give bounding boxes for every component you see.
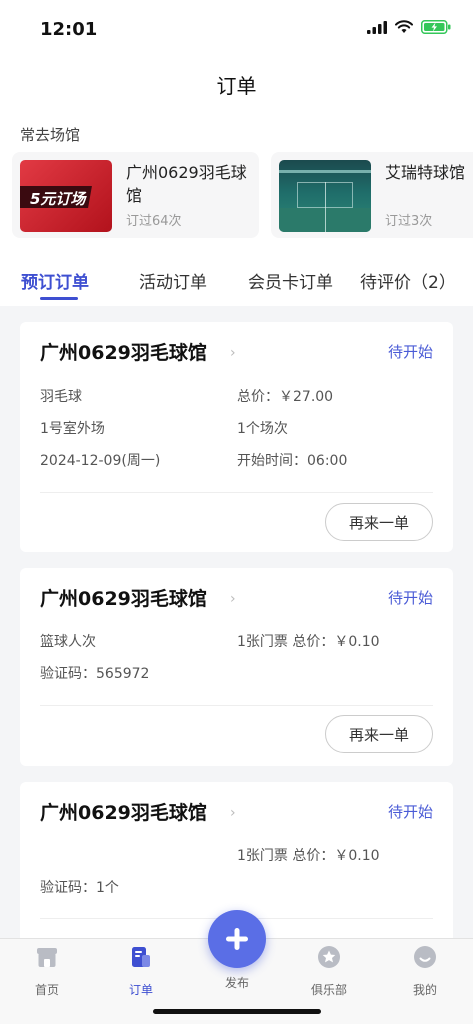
page-title: 订单 bbox=[216, 74, 257, 98]
reorder-button[interactable]: 再来一单 bbox=[325, 715, 433, 753]
order-venue-name[interactable]: 广州0629羽毛球馆 bbox=[40, 338, 207, 365]
top-panel: 12:01 订单 常去场馆 5元订场 广州0629羽毛球馆 订过64次 艾瑞特球… bbox=[0, 0, 473, 306]
profile-icon bbox=[414, 946, 436, 968]
status-icons bbox=[367, 20, 451, 34]
order-session-count: 1个场次 bbox=[237, 421, 288, 437]
order-venue-name[interactable]: 广州0629羽毛球馆 bbox=[40, 798, 207, 825]
order-icon bbox=[132, 947, 150, 967]
venue-thumb-text: 5元订场 bbox=[30, 190, 86, 208]
reorder-button[interactable]: 再来一单 bbox=[325, 503, 433, 541]
chevron-right-icon: › bbox=[230, 591, 236, 607]
order-verification-code: 验证码：565972 bbox=[40, 666, 150, 682]
venue-booking-count: 订过64次 bbox=[126, 214, 182, 229]
venue-thumbnail: 5元订场 bbox=[20, 160, 112, 232]
order-venue-name[interactable]: 广州0629羽毛球馆 bbox=[40, 584, 207, 611]
publish-button[interactable] bbox=[208, 910, 266, 968]
order-sport: 篮球人次 bbox=[40, 634, 96, 650]
venue-card-1[interactable]: 5元订场 广州0629羽毛球馆 订过64次 bbox=[12, 152, 259, 238]
tabbar-label: 首页 bbox=[34, 983, 59, 997]
status-bar: 12:01 bbox=[0, 0, 473, 56]
chevron-right-icon: › bbox=[230, 805, 236, 821]
tabbar-label: 订单 bbox=[128, 983, 153, 997]
venue-card-2[interactable]: 艾瑞特球馆 订过3次 bbox=[271, 152, 473, 238]
tab-booking-orders[interactable]: 预订订单 bbox=[21, 268, 89, 293]
venue-name: 艾瑞特球馆 bbox=[385, 163, 466, 182]
tabbar-item-club[interactable]: 俱乐部 bbox=[294, 945, 364, 998]
tabbar-item-orders[interactable]: 订单 bbox=[106, 945, 176, 998]
order-status: 待开始 bbox=[387, 589, 433, 607]
order-status: 待开始 bbox=[387, 803, 433, 821]
order-card[interactable]: 广州0629羽毛球馆 › 待开始 篮球人次 验证码：565972 1张门票 总价… bbox=[20, 568, 453, 766]
plus-icon bbox=[226, 928, 248, 950]
wifi-icon bbox=[395, 20, 413, 33]
divider bbox=[40, 705, 433, 706]
order-total-price: 总价：￥27.00 bbox=[237, 389, 334, 405]
order-date: 2024-12-09(周一) bbox=[40, 453, 161, 469]
order-ticket-total: 1张门票 总价：￥0.10 bbox=[237, 634, 380, 650]
signal-icon bbox=[367, 20, 387, 34]
tabbar-label: 俱乐部 bbox=[310, 983, 347, 997]
venue-booking-count: 订过3次 bbox=[385, 214, 433, 229]
tab-membership-orders[interactable]: 会员卡订单 bbox=[248, 268, 333, 293]
venue-thumbnail bbox=[279, 160, 371, 232]
frequent-venues-list: 5元订场 广州0629羽毛球馆 订过64次 艾瑞特球馆 订过3次 bbox=[12, 152, 473, 238]
tab-activity-orders[interactable]: 活动订单 bbox=[139, 268, 207, 293]
order-verification-code: 验证码：1个 bbox=[40, 880, 119, 896]
order-card[interactable]: 广州0629羽毛球馆 › 待开始 羽毛球 1号室外场 2024-12-09(周一… bbox=[20, 322, 453, 552]
frequent-venues-label: 常去场馆 bbox=[20, 126, 81, 144]
active-tab-indicator bbox=[40, 297, 78, 300]
tabbar-item-home[interactable]: 首页 bbox=[12, 945, 82, 998]
venue-name: 广州0629羽毛球馆 bbox=[126, 163, 247, 205]
chevron-right-icon: › bbox=[230, 345, 236, 361]
order-status: 待开始 bbox=[387, 343, 433, 361]
home-icon bbox=[37, 948, 57, 967]
order-tabs: 预订订单 活动订单 会员卡订单 待评价（2） bbox=[0, 262, 473, 306]
battery-icon bbox=[421, 20, 451, 34]
status-time: 12:01 bbox=[40, 19, 98, 40]
club-icon bbox=[318, 946, 340, 968]
order-ticket-total: 1张门票 总价：￥0.10 bbox=[237, 848, 380, 864]
order-court: 1号室外场 bbox=[40, 421, 105, 437]
tabbar-label: 我的 bbox=[412, 983, 437, 997]
order-start-time: 开始时间：06:00 bbox=[237, 453, 348, 469]
tabbar-item-profile[interactable]: 我的 bbox=[390, 945, 460, 998]
divider bbox=[40, 492, 433, 493]
order-sport: 羽毛球 bbox=[40, 389, 82, 405]
home-indicator bbox=[153, 1009, 321, 1014]
publish-label: 发布 bbox=[224, 976, 249, 990]
tab-pending-review[interactable]: 待评价（2） bbox=[360, 268, 456, 293]
